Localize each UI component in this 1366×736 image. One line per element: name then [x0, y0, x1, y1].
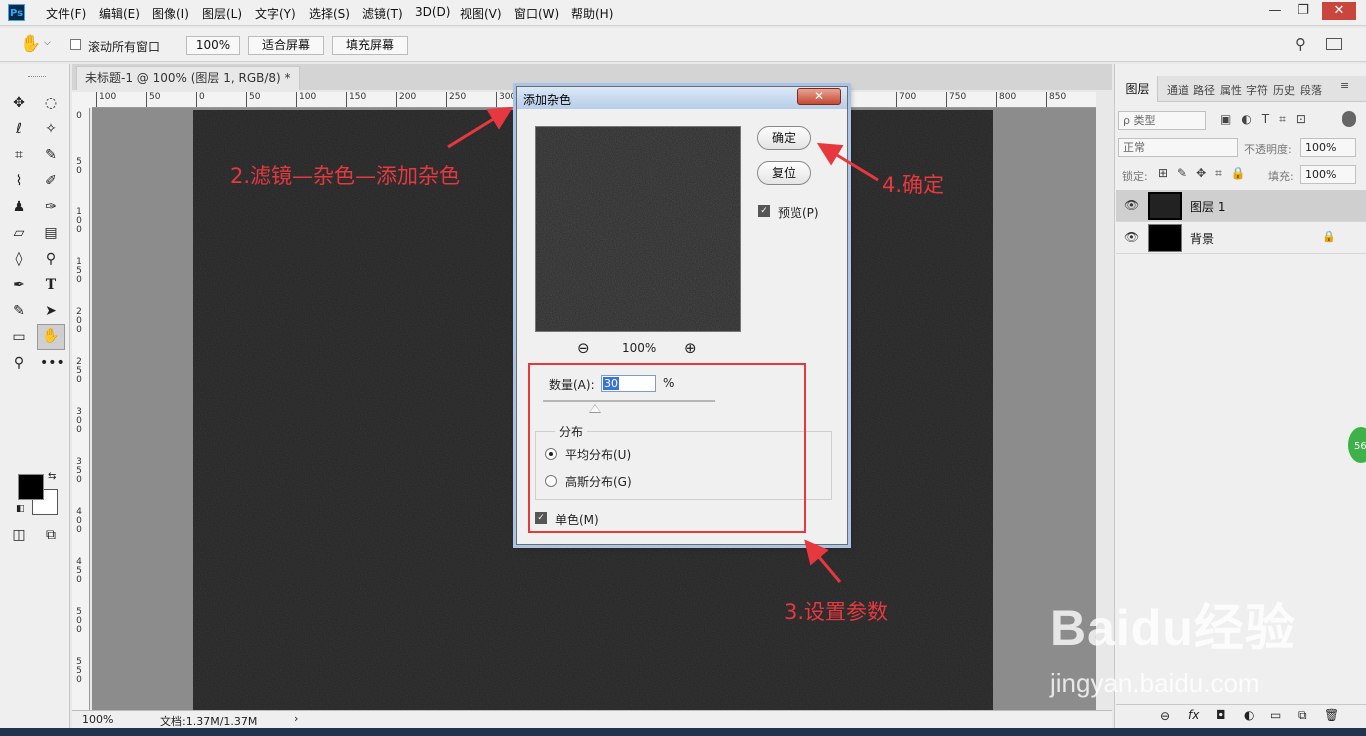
- annotation-step2: 2.滤镜—杂色—添加杂色: [230, 164, 461, 188]
- annotation-arrows: [447, 106, 879, 583]
- annotation-step4: 4.确定: [882, 173, 945, 197]
- arrow-step3: [804, 539, 842, 583]
- annotation-step3: 3.设置参数: [784, 600, 889, 624]
- photoshop-window: Ps 文件(F) 编辑(E) 图像(I) 图层(L) 文字(Y) 选择(S) 滤…: [0, 0, 1366, 736]
- arrow-step4: [816, 142, 879, 182]
- arrow-step2: [447, 106, 514, 149]
